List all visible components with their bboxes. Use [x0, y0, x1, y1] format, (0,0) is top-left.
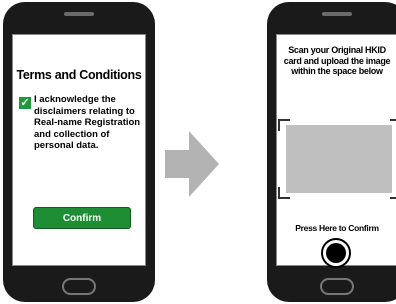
acknowledgement-text: I acknowledge the disclaimers relating t… [34, 94, 141, 151]
phone-speaker [64, 12, 94, 16]
camera-shutter-icon[interactable] [321, 238, 351, 268]
home-button[interactable] [62, 278, 96, 295]
right-arrow-icon [165, 131, 219, 197]
acknowledge-checkbox[interactable]: ✓ [19, 97, 31, 109]
phone-scan: Scan your Original HKID card and upload … [267, 2, 396, 302]
scan-corner-top-left [278, 119, 290, 131]
shutter-inner [326, 243, 346, 263]
scan-area [276, 119, 396, 199]
confirm-button[interactable]: Confirm [33, 207, 131, 229]
phone-terms: Terms and Conditions ✓ I acknowledge the… [3, 2, 155, 302]
terms-screen: Terms and Conditions ✓ I acknowledge the… [12, 34, 146, 266]
scan-frame [286, 125, 392, 193]
scan-corner-top-right [390, 119, 396, 131]
scan-instruction: Scan your Original HKID card and upload … [283, 45, 391, 76]
terms-title: Terms and Conditions [16, 68, 142, 82]
scan-corner-bottom-right [390, 187, 396, 199]
home-button[interactable] [320, 278, 354, 295]
press-to-confirm-label: Press Here to Confirm [295, 223, 379, 233]
scan-corner-bottom-left [278, 187, 290, 199]
phone-speaker [322, 12, 352, 16]
scan-screen: Scan your Original HKID card and upload … [276, 34, 396, 268]
